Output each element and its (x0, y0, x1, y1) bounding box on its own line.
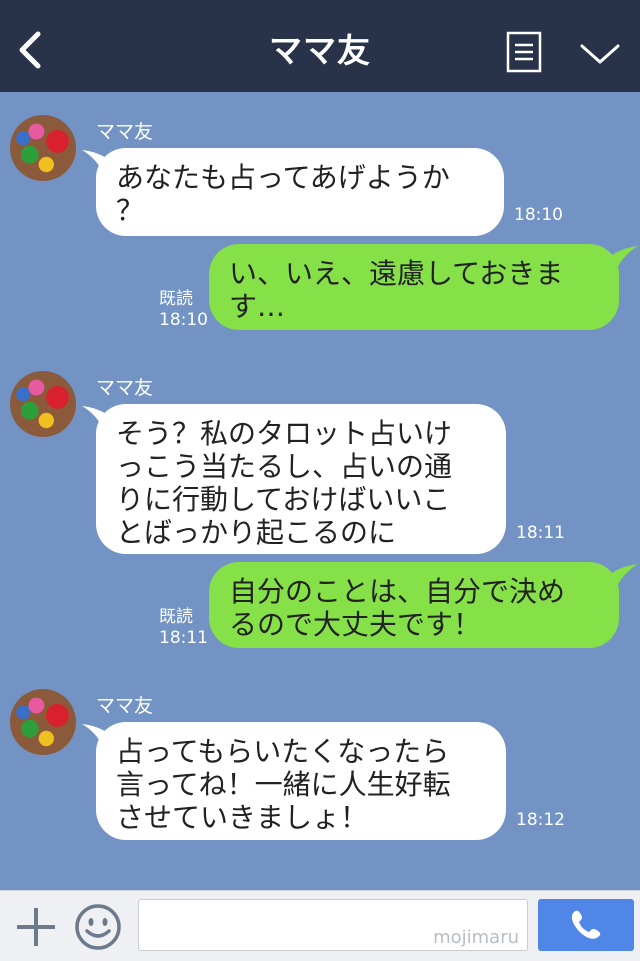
read-label: 既読 (159, 289, 193, 309)
message-line: 自分のことは、自分で決め (229, 575, 566, 608)
menu-button[interactable] (506, 31, 542, 73)
message-bubble[interactable]: 占ってもらいたくなったら 言ってね！一緒に人生好転 させていきましょ！ (96, 722, 506, 840)
message-bubble[interactable]: 自分のことは、自分で決め るので大丈夫です！ (209, 562, 619, 648)
emoji-button[interactable] (74, 903, 122, 951)
message-line: そう？私のタロット占いけ (116, 417, 453, 450)
add-attachment-button[interactable] (14, 905, 58, 949)
message-line: っこう当たるし、占いの通 (116, 450, 453, 483)
message-line: るので大丈夫です！ (229, 608, 482, 641)
message-time: 18:11 (516, 523, 565, 543)
watermark: mojimaru (433, 927, 519, 948)
sender-name: ママ友 (96, 377, 154, 399)
message-line: とばっかり起こるのに (116, 516, 397, 549)
message-time: 18:12 (516, 810, 565, 830)
message-line: す… (229, 290, 286, 323)
message-time: 18:11 (159, 628, 208, 648)
call-button[interactable] (538, 899, 634, 951)
message-line: あなたも占ってあげようか (116, 161, 450, 194)
message-line: させていきましょ！ (116, 801, 369, 834)
message-time: 18:10 (159, 310, 208, 330)
message-bubble[interactable]: あなたも占ってあげようか ？ (96, 148, 504, 236)
avatar[interactable] (10, 689, 76, 755)
message-line: い、いえ、遠慮しておきま (229, 257, 564, 290)
message-bubble[interactable]: そう？私のタロット占いけ っこう当たるし、占いの通 りに行動しておけばいいこ と… (96, 404, 506, 554)
menu-list-icon (506, 31, 542, 73)
chevron-down-icon (580, 44, 620, 64)
read-label: 既読 (159, 607, 193, 627)
input-bar: mojimaru (0, 890, 640, 961)
avatar[interactable] (10, 371, 76, 437)
read-receipt: 既読 18:11 (159, 607, 208, 649)
phone-icon (571, 910, 601, 939)
avatar[interactable] (10, 115, 76, 181)
chat-header: ママ友 (0, 0, 640, 92)
message-line: 言ってね！一緒に人生好転 (116, 768, 451, 801)
collapse-button[interactable] (578, 38, 622, 68)
read-receipt: 既読 18:10 (159, 289, 208, 331)
message-line: ？ (116, 194, 145, 227)
sender-name: ママ友 (96, 695, 154, 717)
message-line: りに行動しておけばいいこ (116, 483, 451, 516)
message-line: 占ってもらいたくなったら (116, 735, 450, 768)
message-time: 18:10 (514, 205, 563, 225)
message-input[interactable]: mojimaru (138, 899, 528, 951)
plus-icon (17, 908, 55, 946)
smiley-icon (75, 904, 121, 950)
message-bubble[interactable]: い、いえ、遠慮しておきま す… (209, 244, 619, 330)
sender-name: ママ友 (96, 121, 154, 143)
chat-title: ママ友 (269, 31, 371, 70)
